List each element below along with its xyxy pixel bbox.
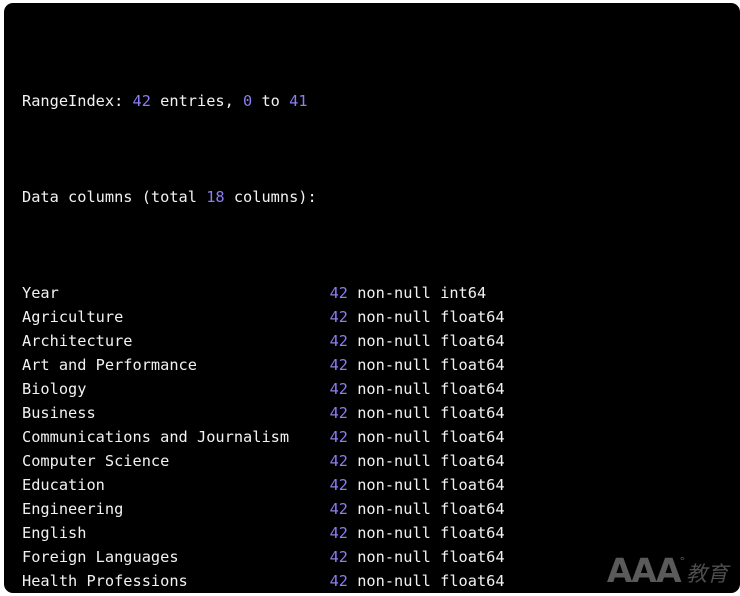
column-row: Education 42 non-null float64: [22, 473, 740, 497]
column-dtype: float64: [440, 572, 505, 590]
column-name: Business: [22, 404, 96, 422]
column-dtype: float64: [440, 356, 505, 374]
column-row: Computer Science 42 non-null float64: [22, 449, 740, 473]
column-nonnull-count: 42: [329, 428, 348, 446]
data-columns-total: 18: [206, 188, 225, 206]
column-row: Agriculture 42 non-null float64: [22, 305, 740, 329]
column-row: Communications and Journalism 42 non-null…: [22, 425, 740, 449]
terminal-output-panel: RangeIndex: 42 entries, 0 to 41 Data col…: [4, 3, 740, 593]
column-row: Foreign Languages 42 non-null float64: [22, 545, 740, 569]
rangeindex-start: 0: [243, 92, 253, 110]
data-columns-prefix: Data columns (total: [22, 188, 207, 206]
column-name: Computer Science: [22, 452, 170, 470]
column-row: English 42 non-null float64: [22, 521, 740, 545]
column-row: Biology 42 non-null float64: [22, 377, 740, 401]
rangeindex-label: RangeIndex:: [22, 92, 133, 110]
column-row: Engineering 42 non-null float64: [22, 497, 740, 521]
column-nonnull-count: 42: [329, 380, 348, 398]
column-list: Year 42 non-null int64 Agriculture 42 non-n…: [22, 281, 740, 593]
column-dtype: float64: [440, 380, 505, 398]
column-dtype: float64: [440, 308, 505, 326]
column-row: Architecture 42 non-null float64: [22, 329, 740, 353]
column-dtype: float64: [440, 500, 505, 518]
column-row: Health Professions 42 non-null float64: [22, 569, 740, 593]
column-nonnull-count: 42: [329, 524, 348, 542]
column-nonnull-count: 42: [329, 500, 348, 518]
column-dtype: float64: [440, 404, 505, 422]
column-nonnull-count: 42: [329, 476, 348, 494]
column-nonnull-label: non-null: [348, 404, 441, 422]
column-nonnull-label: non-null: [348, 452, 441, 470]
column-nonnull-label: non-null: [348, 356, 441, 374]
column-name: Year: [22, 284, 59, 302]
column-dtype: float64: [440, 332, 505, 350]
column-name: Architecture: [22, 332, 133, 350]
column-nonnull-label: non-null: [348, 428, 441, 446]
column-nonnull-count: 42: [329, 452, 348, 470]
column-nonnull-count: 42: [329, 404, 348, 422]
column-nonnull-count: 42: [329, 356, 348, 374]
column-dtype: float64: [440, 476, 505, 494]
column-row: Art and Performance 42 non-null float64: [22, 353, 740, 377]
column-name: Education: [22, 476, 105, 494]
dataframe-info-output: RangeIndex: 42 entries, 0 to 41 Data col…: [22, 17, 740, 593]
column-dtype: float64: [440, 524, 505, 542]
rangeindex-entries-suffix: entries,: [150, 92, 244, 110]
column-name: Art and Performance: [22, 356, 197, 374]
column-row: Year 42 non-null int64: [22, 281, 740, 305]
column-nonnull-count: 42: [329, 332, 348, 350]
column-nonnull-label: non-null: [348, 524, 441, 542]
column-nonnull-label: non-null: [348, 548, 441, 566]
column-dtype: int64: [440, 284, 487, 302]
rangeindex-end: 41: [289, 92, 308, 110]
column-row: Business 42 non-null float64: [22, 401, 740, 425]
rangeindex-entries-count: 42: [132, 92, 151, 110]
column-nonnull-label: non-null: [348, 284, 441, 302]
column-dtype: float64: [440, 452, 505, 470]
column-name: Agriculture: [22, 308, 124, 326]
column-name: Foreign Languages: [22, 548, 179, 566]
column-nonnull-label: non-null: [348, 380, 441, 398]
column-nonnull-count: 42: [329, 284, 348, 302]
rangeindex-line: RangeIndex: 42 entries, 0 to 41: [22, 89, 740, 113]
column-nonnull-count: 42: [329, 308, 348, 326]
column-name: Engineering: [22, 500, 124, 518]
column-nonnull-label: non-null: [348, 332, 441, 350]
data-columns-header-line: Data columns (total 18 columns):: [22, 185, 740, 209]
data-columns-suffix: columns):: [224, 188, 317, 206]
column-nonnull-count: 42: [329, 572, 348, 590]
column-dtype: float64: [440, 548, 505, 566]
column-name: English: [22, 524, 87, 542]
column-nonnull-label: non-null: [348, 308, 441, 326]
column-nonnull-label: non-null: [348, 500, 441, 518]
column-nonnull-count: 42: [329, 548, 348, 566]
column-nonnull-label: non-null: [348, 476, 441, 494]
column-name: Health Professions: [22, 572, 188, 590]
column-name: Biology: [22, 380, 87, 398]
column-name: Communications and Journalism: [22, 428, 290, 446]
rangeindex-to: to: [252, 92, 290, 110]
column-nonnull-label: non-null: [348, 572, 441, 590]
column-dtype: float64: [440, 428, 505, 446]
